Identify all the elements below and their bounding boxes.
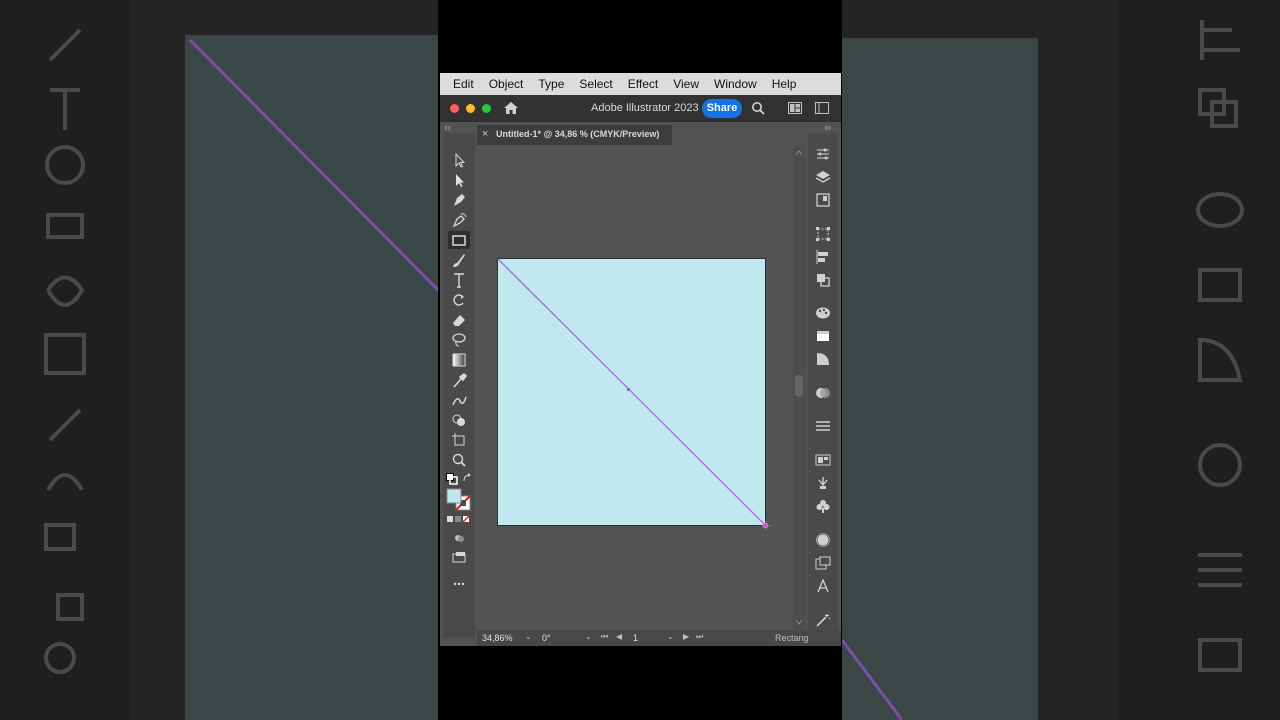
- previous-artboard-icon[interactable]: ◀: [616, 632, 622, 641]
- artboard-dropdown-chevron-down-icon[interactable]: ⌄: [667, 632, 674, 641]
- background-canvas-right: [842, 38, 1038, 720]
- default-colors-icon[interactable]: [446, 473, 458, 485]
- stroke-icon[interactable]: [815, 419, 831, 433]
- rotation-angle[interactable]: 0°: [542, 633, 551, 643]
- paintbrush-icon[interactable]: [448, 251, 470, 269]
- more-tools-icon[interactable]: [448, 575, 470, 593]
- minimize-window-button[interactable]: [466, 104, 475, 113]
- lasso-icon[interactable]: [448, 331, 470, 349]
- background-left-blur: [0, 0, 438, 720]
- tools-panel: [443, 133, 475, 638]
- zoom-dropdown-chevron-down-icon[interactable]: ⌄: [525, 632, 532, 641]
- libraries-icon[interactable]: [815, 193, 831, 207]
- blend-icon[interactable]: [448, 391, 470, 409]
- symbols-icon[interactable]: [815, 499, 831, 513]
- status-bar: 34,86% ⌄ 0° ⌄ ⏮ ◀ 1 ⌄ ▶ ⏭ Rectang: [477, 630, 841, 646]
- illustrator-window: Edit Object Type Select Effect View Wind…: [440, 73, 841, 646]
- panels-dock: [808, 133, 838, 638]
- share-button[interactable]: Share: [702, 99, 742, 118]
- arrange-documents-icon[interactable]: [788, 102, 802, 114]
- rectangle-tool[interactable]: [448, 231, 470, 249]
- search-icon[interactable]: [751, 101, 765, 115]
- background-panel-icons: [1196, 20, 1244, 672]
- swatches-icon[interactable]: [815, 329, 831, 343]
- transparency-icon[interactable]: [815, 386, 831, 400]
- artboard-icon[interactable]: [448, 431, 470, 449]
- first-artboard-icon[interactable]: ⏮: [601, 632, 608, 642]
- artboard-number[interactable]: 1: [633, 633, 638, 643]
- eyedropper-icon[interactable]: [448, 371, 470, 389]
- menu-object[interactable]: Object: [489, 77, 524, 91]
- workspace-panel-icon[interactable]: [815, 102, 829, 114]
- shape-builder-icon[interactable]: [448, 411, 470, 429]
- direct-selection-icon[interactable]: [448, 171, 470, 189]
- zoom-level[interactable]: 34,86%: [482, 633, 513, 643]
- gradient-panel-icon[interactable]: [815, 352, 831, 366]
- type-icon[interactable]: [448, 271, 470, 289]
- graphic-styles-icon[interactable]: [815, 556, 831, 570]
- menu-view[interactable]: View: [673, 77, 699, 91]
- rectangle-icon: [452, 234, 466, 246]
- menu-select[interactable]: Select: [579, 77, 612, 91]
- next-artboard-icon[interactable]: ▶: [683, 632, 689, 641]
- maximize-window-button[interactable]: [482, 104, 491, 113]
- align-icon[interactable]: [815, 250, 831, 264]
- current-tool-label: Rectang: [775, 633, 809, 643]
- gradient-icon[interactable]: [448, 351, 470, 369]
- background-diagonal-line: [188, 38, 438, 293]
- selection-icon[interactable]: [448, 151, 470, 169]
- rotate-icon[interactable]: [448, 291, 470, 309]
- pen-icon[interactable]: [448, 191, 470, 209]
- background-tool-icons: [44, 28, 86, 674]
- menu-type[interactable]: Type: [538, 77, 564, 91]
- menu-effect[interactable]: Effect: [628, 77, 658, 91]
- character-icon[interactable]: [815, 579, 831, 593]
- document-tab-label: Untitled-1* @ 34,86 % (CMYK/Preview): [496, 129, 660, 139]
- appearance-icon[interactable]: [815, 533, 831, 547]
- vertical-scrollbar[interactable]: [793, 145, 805, 630]
- angle-dropdown-chevron-down-icon[interactable]: ⌄: [585, 632, 592, 641]
- curvature-icon[interactable]: [448, 211, 470, 229]
- screen-mode-icon[interactable]: [448, 549, 470, 567]
- layers-icon[interactable]: [815, 170, 831, 184]
- menu-edit[interactable]: Edit: [453, 77, 474, 91]
- transform-icon[interactable]: [815, 227, 831, 241]
- tab-close-icon[interactable]: ×: [482, 128, 488, 140]
- scroll-up-icon[interactable]: [795, 150, 803, 156]
- screen: Edit Object Type Select Effect View Wind…: [0, 0, 1280, 720]
- last-artboard-icon[interactable]: ⏭: [696, 632, 703, 642]
- swap-colors-icon[interactable]: [462, 473, 472, 483]
- canvas[interactable]: [477, 145, 793, 630]
- app-title: Adobe Illustrator 2023: [591, 102, 699, 114]
- eraser-icon[interactable]: [448, 311, 470, 329]
- zoom-icon[interactable]: [448, 451, 470, 469]
- color-mode-icon[interactable]: [446, 515, 472, 523]
- menu-window[interactable]: Window: [714, 77, 757, 91]
- menu-bar: Edit Object Type Select Effect View Wind…: [440, 73, 841, 95]
- background-right-blur: [842, 0, 1280, 720]
- title-bar: Adobe Illustrator 2023 Share: [440, 95, 841, 122]
- draw-mode-icon[interactable]: [448, 529, 470, 547]
- background-diagonal-line-right: [842, 640, 902, 720]
- close-window-button[interactable]: [450, 104, 459, 113]
- scrollbar-thumb[interactable]: [795, 375, 803, 397]
- color-icon[interactable]: [815, 306, 831, 320]
- magic-wand-icon[interactable]: [815, 613, 831, 627]
- scroll-down-icon[interactable]: [795, 619, 803, 625]
- home-icon[interactable]: [503, 101, 519, 115]
- fill-stroke-swatch[interactable]: [446, 488, 472, 512]
- brushes-icon[interactable]: [815, 476, 831, 490]
- document-tab[interactable]: × Untitled-1* @ 34,86 % (CMYK/Preview): [477, 125, 672, 145]
- diagonal-line-path[interactable]: [497, 258, 771, 530]
- pathfinder-icon[interactable]: [815, 273, 831, 287]
- image-trace-icon[interactable]: [815, 453, 831, 467]
- properties-icon[interactable]: [815, 147, 831, 161]
- menu-help[interactable]: Help: [772, 77, 797, 91]
